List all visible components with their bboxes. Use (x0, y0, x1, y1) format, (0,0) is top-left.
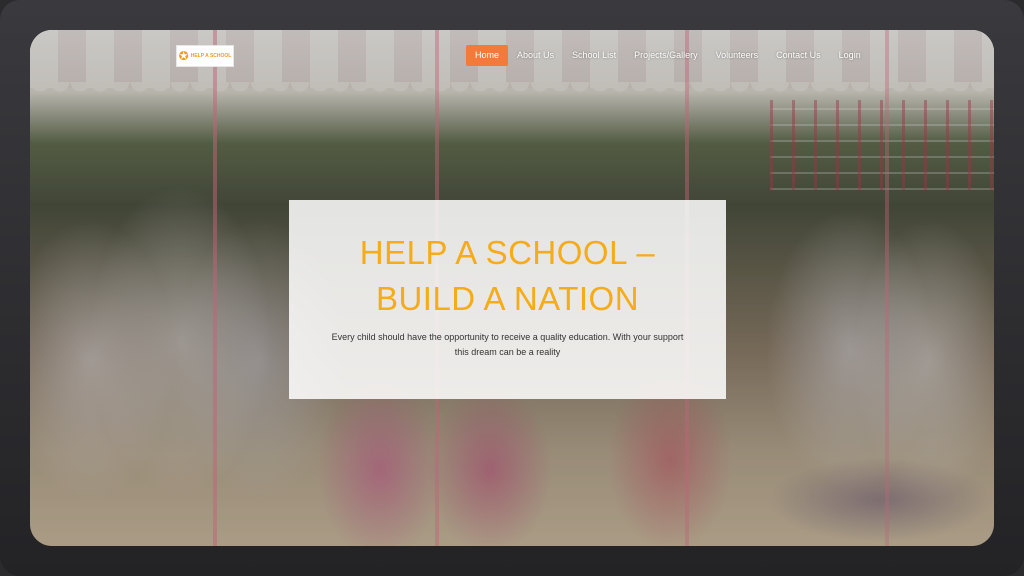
hero-title-line-2: BUILD A NATION (375, 280, 640, 317)
logo-children-icon: ✪ (178, 49, 189, 63)
nav-item-contact-us[interactable]: Contact Us (767, 45, 830, 66)
device-frame: ✪ HELP A SCHOOL Home About Us School Lis… (0, 0, 1024, 576)
nav-item-login[interactable]: Login (830, 45, 870, 66)
hero-subtitle: Every child should have the opportunity … (331, 332, 684, 357)
nav-item-volunteers[interactable]: Volunteers (707, 45, 768, 66)
hero-card: HELP A SCHOOL – BUILD A NATION Every chi… (289, 200, 726, 399)
browser-viewport: ✪ HELP A SCHOOL Home About Us School Lis… (30, 30, 994, 546)
nav-item-about-us[interactable]: About Us (508, 45, 563, 66)
hero-title: HELP A SCHOOL – BUILD A NATION (289, 230, 726, 322)
nav-item-home[interactable]: Home (466, 45, 509, 66)
logo-text: HELP A SCHOOL (190, 52, 232, 59)
nav-item-projects-gallery[interactable]: Projects/Gallery (625, 45, 707, 66)
site-logo[interactable]: ✪ HELP A SCHOOL (176, 45, 234, 67)
nav-item-school-list[interactable]: School List (563, 45, 625, 66)
hero-title-line-1: HELP A SCHOOL – (359, 234, 656, 271)
main-navigation: Home About Us School List Projects/Galle… (466, 45, 870, 66)
